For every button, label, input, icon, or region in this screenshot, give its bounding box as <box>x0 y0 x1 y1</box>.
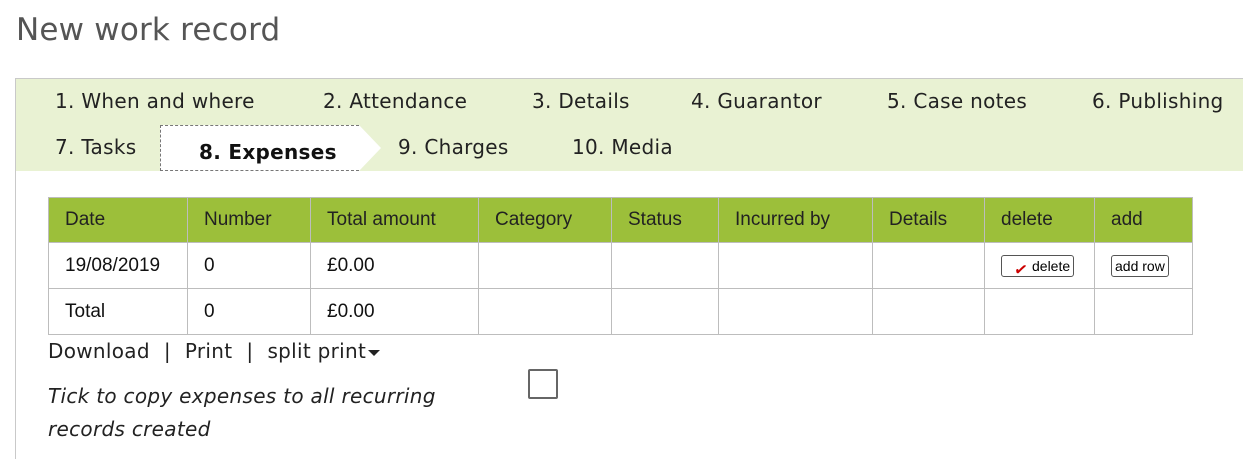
tab-case-notes[interactable]: 5. Case notes <box>887 89 1027 113</box>
tab-guarantor[interactable]: 4. Guarantor <box>691 89 822 113</box>
expenses-table: Date Number Total amount Category Status… <box>48 197 1193 335</box>
column-header-status: Status <box>611 197 719 243</box>
tab-attendance[interactable]: 2. Attendance <box>323 89 467 113</box>
total-label: Total <box>48 288 188 335</box>
split-print-label: split print <box>267 339 367 363</box>
link-separator: | <box>163 339 171 363</box>
cell-category[interactable] <box>478 242 612 289</box>
total-empty-cell <box>718 288 873 335</box>
copy-expenses-checkbox[interactable] <box>528 369 558 399</box>
print-link[interactable]: Print <box>185 339 233 363</box>
column-header-date: Date <box>48 197 188 243</box>
link-separator: | <box>246 339 254 363</box>
download-link[interactable]: Download <box>48 339 150 363</box>
split-print-dropdown[interactable]: split print <box>267 339 381 363</box>
add-row-button[interactable]: add row <box>1111 254 1169 277</box>
checkmark-icon: ✓ <box>1012 260 1029 280</box>
table-header-row: Date Number Total amount Category Status… <box>48 197 1193 243</box>
column-header-total-amount: Total amount <box>310 197 479 243</box>
cell-details[interactable] <box>872 242 985 289</box>
total-amount: £0.00 <box>310 288 479 335</box>
cell-status[interactable] <box>611 242 719 289</box>
column-header-number: Number <box>187 197 311 243</box>
total-number: 0 <box>187 288 311 335</box>
delete-row-button[interactable]: ✓ delete <box>1001 254 1075 280</box>
tab-charges[interactable]: 9. Charges <box>398 135 509 159</box>
tab-tasks[interactable]: 7. Tasks <box>55 135 136 159</box>
cell-total-amount[interactable]: £0.00 <box>310 242 479 289</box>
tab-details[interactable]: 3. Details <box>532 89 630 113</box>
column-header-details: Details <box>872 197 985 243</box>
cell-incurred-by[interactable] <box>718 242 873 289</box>
total-empty-cell <box>478 288 612 335</box>
tab-when-and-where[interactable]: 1. When and where <box>55 89 255 113</box>
tab-expenses-arrow <box>359 125 381 171</box>
caret-down-icon <box>368 349 381 356</box>
column-header-incurred-by: Incurred by <box>718 197 873 243</box>
tab-media[interactable]: 10. Media <box>572 135 673 159</box>
column-header-add: add <box>1094 197 1193 243</box>
total-empty-cell <box>611 288 719 335</box>
copy-expenses-label: Tick to copy expenses to all recurring r… <box>48 384 436 441</box>
table-row: 19/08/2019 0 £0.00 ✓ delete add row <box>48 242 1193 289</box>
cell-number[interactable]: 0 <box>187 242 311 289</box>
total-empty-cell <box>984 288 1095 335</box>
cell-add: add row <box>1094 242 1193 289</box>
total-empty-cell <box>872 288 985 335</box>
export-links: Download | Print | split print <box>48 339 381 363</box>
cell-date[interactable]: 19/08/2019 <box>48 242 188 289</box>
total-row: Total 0 £0.00 <box>48 288 1193 335</box>
page-title: New work record <box>16 12 281 48</box>
cell-delete: ✓ delete <box>984 242 1095 289</box>
delete-button-label: delete <box>1032 257 1071 274</box>
column-header-delete: delete <box>984 197 1095 243</box>
total-empty-cell <box>1094 288 1193 335</box>
column-header-category: Category <box>478 197 612 243</box>
tab-expenses[interactable]: 8. Expenses <box>199 140 337 164</box>
tab-publishing[interactable]: 6. Publishing <box>1092 89 1224 113</box>
